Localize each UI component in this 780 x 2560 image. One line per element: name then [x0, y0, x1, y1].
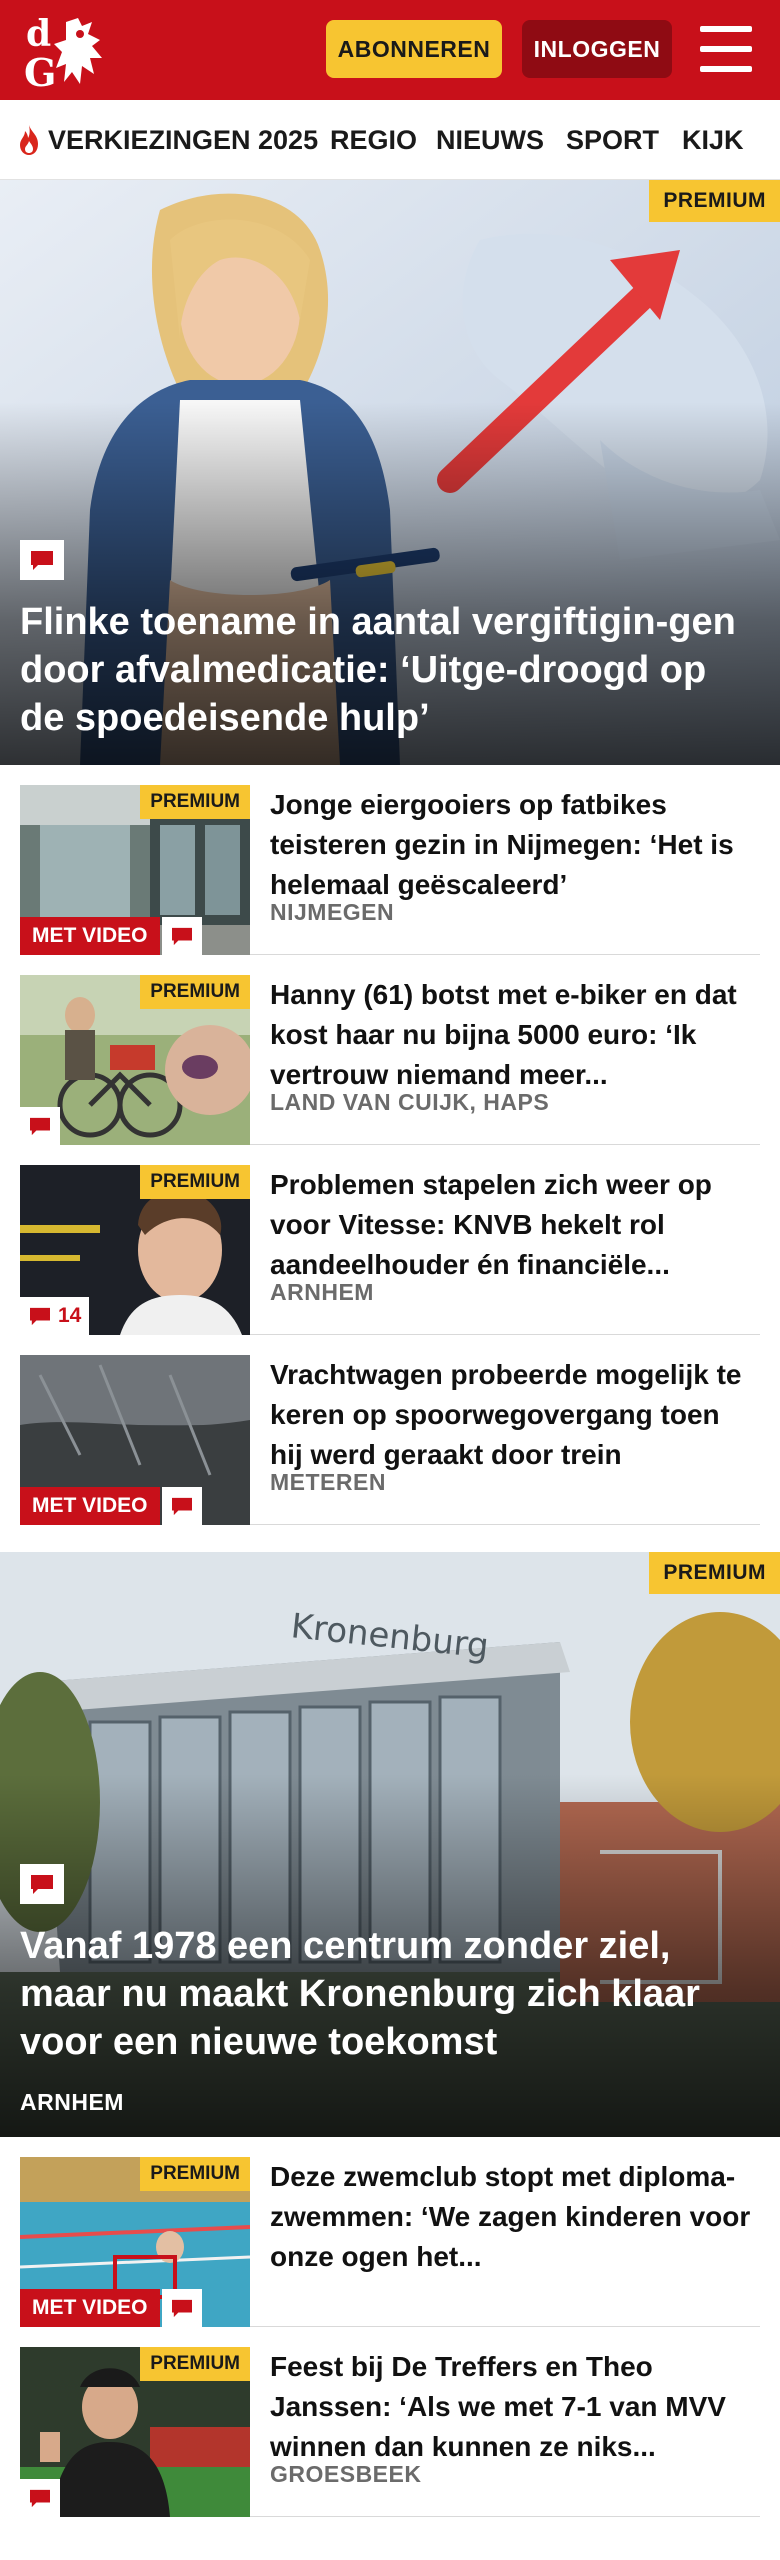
article-location: GROESBEEK: [270, 2461, 422, 2487]
premium-badge: PREMIUM: [649, 1552, 780, 1594]
article-title[interactable]: Jonge eiergooiers op fatbikes teisteren …: [270, 785, 760, 905]
comment-icon: [30, 2489, 50, 2508]
comment-badge: [20, 540, 64, 580]
premium-badge: PREMIUM: [140, 2347, 250, 2381]
comment-icon: [172, 927, 192, 946]
hero-location: ARNHEM: [20, 2089, 124, 2115]
comment-badge: [20, 1107, 60, 1145]
article-location: ARNHEM: [270, 1279, 374, 1305]
nav-item-sport[interactable]: SPORT: [566, 100, 659, 180]
premium-badge: PREMIUM: [140, 785, 250, 819]
comment-badge: [162, 917, 202, 955]
list-item[interactable]: MET VIDEO Vrachtwagen probeerde mogelijk…: [20, 1335, 760, 1525]
article-title[interactable]: Deze zwemclub stopt met diploma-zwemmen:…: [270, 2157, 760, 2277]
svg-text:G: G: [24, 50, 56, 90]
comment-icon: [30, 1307, 50, 1326]
top-bar: d G ABONNEREN INLOGGEN: [0, 0, 780, 100]
comment-icon: [31, 1875, 53, 1894]
section-nav: VERKIEZINGEN 2025 REGIO NIEUWS SPORT KIJ…: [0, 100, 780, 180]
article-location: NIJMEGEN: [270, 899, 395, 925]
comment-icon: [172, 1497, 192, 1516]
comment-icon: [30, 1117, 50, 1136]
list-item[interactable]: PREMIUM Hanny (61) botst met e-biker en …: [20, 955, 760, 1145]
comment-badge: [20, 2479, 60, 2517]
premium-badge: PREMIUM: [649, 180, 780, 222]
comment-badge: [162, 2289, 202, 2327]
login-button[interactable]: INLOGGEN: [522, 20, 672, 78]
article-location: METEREN: [270, 1469, 386, 1495]
comment-count: 14: [58, 1304, 82, 1327]
nav-label: SPORT: [566, 124, 660, 155]
hero-article[interactable]: PREMIUM Flinke toename in aantal vergift…: [0, 180, 780, 765]
video-badge: MET VIDEO: [20, 917, 160, 955]
article-location: LAND VAN CUIJK, HAPS: [270, 1089, 550, 1115]
article-title[interactable]: Hanny (61) botst met e-biker en dat kost…: [270, 975, 760, 1095]
article-title[interactable]: Problemen stapelen zich weer op voor Vit…: [270, 1165, 760, 1285]
nav-label: REGIO: [330, 124, 418, 155]
video-badge: MET VIDEO: [20, 1487, 160, 1525]
article-thumbnail: MET VIDEO: [20, 1355, 250, 1525]
hero-article[interactable]: Kronenburg PREMIUM Vanaf 1978 een centru…: [0, 1552, 780, 2137]
hero-title[interactable]: Vanaf 1978 een centrum zonder ziel, maar…: [20, 1922, 750, 2066]
svg-text:d: d: [26, 13, 51, 55]
list-item[interactable]: PREMIUM MET VIDEO Deze zwemclub stopt me…: [20, 2137, 760, 2327]
nav-item-kijk[interactable]: KIJK: [682, 100, 744, 180]
comment-badge: [162, 1487, 202, 1525]
hero-title[interactable]: Flinke toename in aantal vergiftigin-gen…: [20, 598, 750, 742]
list-item[interactable]: PREMIUM Feest bij De Treffers en Theo Ja…: [20, 2327, 760, 2517]
menu-icon[interactable]: [700, 26, 752, 72]
nav-item-nieuws[interactable]: NIEUWS: [436, 100, 544, 180]
comment-badge: 14: [20, 1297, 90, 1335]
nav-label: KIJK: [682, 124, 744, 155]
comment-icon: [172, 2299, 192, 2318]
nav-label: NIEUWS: [436, 124, 544, 155]
article-title[interactable]: Feest bij De Treffers en Theo Janssen: ‘…: [270, 2347, 760, 2467]
article-thumbnail: PREMIUM: [20, 2347, 250, 2517]
list-item[interactable]: PREMIUM 14 Problemen stapelen zich weer …: [20, 1145, 760, 1335]
article-title[interactable]: Vrachtwagen probeerde mogelijk te keren …: [270, 1355, 760, 1475]
article-thumbnail: PREMIUM MET VIDEO: [20, 2157, 250, 2327]
list-item[interactable]: PREMIUM MET VIDEO Jonge eiergooiers op f…: [20, 765, 760, 955]
premium-badge: PREMIUM: [140, 2157, 250, 2191]
premium-badge: PREMIUM: [140, 975, 250, 1009]
video-badge: MET VIDEO: [20, 2289, 160, 2327]
nav-item-verkiezingen[interactable]: VERKIEZINGEN 2025: [16, 100, 318, 180]
flame-icon: [20, 125, 38, 155]
nav-label: VERKIEZINGEN 2025: [48, 124, 319, 155]
comment-icon: [31, 551, 53, 570]
subscribe-button[interactable]: ABONNEREN: [326, 20, 502, 78]
premium-badge: PREMIUM: [140, 1165, 250, 1199]
comment-badge: [20, 1864, 64, 1904]
logo[interactable]: d G: [22, 12, 118, 90]
article-thumbnail: PREMIUM MET VIDEO: [20, 785, 250, 955]
article-thumbnail: PREMIUM: [20, 975, 250, 1145]
nav-item-regio[interactable]: REGIO: [330, 100, 417, 180]
article-thumbnail: PREMIUM 14: [20, 1165, 250, 1335]
